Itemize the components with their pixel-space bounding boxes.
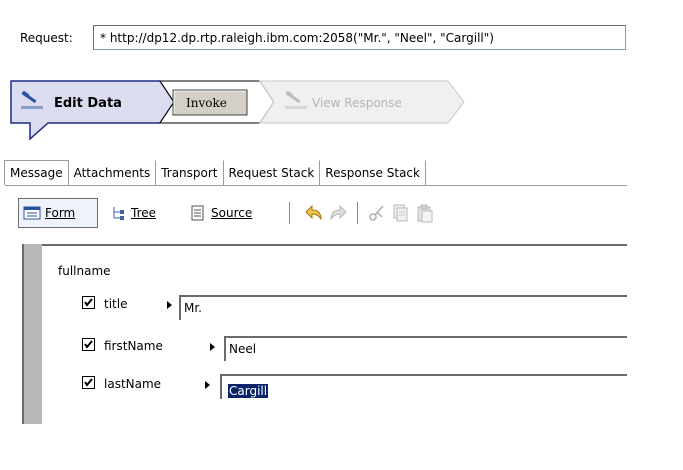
title-checkbox[interactable] bbox=[82, 296, 95, 309]
title-value: Mr. bbox=[184, 301, 202, 315]
tab-bar: Message Attachments Transport Request St… bbox=[4, 160, 426, 186]
lastname-field[interactable]: Cargill bbox=[220, 374, 627, 399]
redo-icon bbox=[330, 204, 347, 221]
title-field[interactable]: Mr. bbox=[179, 295, 627, 320]
copy-button[interactable] bbox=[392, 198, 410, 228]
toolbar-separator bbox=[357, 202, 358, 224]
toolbar-separator bbox=[289, 202, 290, 224]
tree-label: Tree bbox=[131, 206, 157, 220]
edit-data-label: Edit Data bbox=[54, 96, 122, 111]
title-expand-arrow-icon[interactable] bbox=[167, 301, 172, 309]
tab-transport[interactable]: Transport bbox=[156, 160, 224, 185]
request-url-field[interactable]: * http://dp12.dp.rtp.raleigh.ibm.com:205… bbox=[93, 25, 626, 50]
view-toolbar: Form Tree Source bbox=[18, 198, 488, 228]
view-response-label: View Response bbox=[312, 96, 402, 110]
undo-button[interactable] bbox=[302, 198, 324, 228]
firstname-label: firstName bbox=[104, 339, 163, 353]
title-label: title bbox=[104, 297, 128, 311]
invoke-label: Invoke bbox=[186, 96, 227, 110]
firstname-value: Neel bbox=[229, 342, 257, 356]
tab-message[interactable]: Message bbox=[4, 160, 69, 185]
form-panel-top-border bbox=[22, 244, 627, 246]
view-response-step[interactable]: View Response bbox=[259, 80, 465, 124]
lastname-checkbox[interactable] bbox=[82, 376, 95, 389]
firstname-checkbox[interactable] bbox=[82, 338, 95, 351]
request-label: Request: bbox=[20, 31, 73, 45]
firstname-expand-arrow-icon[interactable] bbox=[210, 343, 215, 351]
form-icon bbox=[23, 206, 41, 220]
redo-button[interactable] bbox=[328, 198, 350, 228]
copy-icon bbox=[393, 204, 408, 222]
tree-icon bbox=[113, 207, 124, 220]
lastname-expand-arrow-icon[interactable] bbox=[205, 381, 210, 389]
lastname-label: lastName bbox=[104, 377, 162, 391]
check-icon bbox=[84, 298, 93, 307]
tab-attachments[interactable]: Attachments bbox=[68, 160, 157, 185]
cut-icon bbox=[369, 205, 384, 221]
tab-response-stack[interactable]: Response Stack bbox=[320, 160, 426, 185]
paste-icon bbox=[417, 204, 433, 223]
tab-divider bbox=[5, 185, 627, 186]
group-label-fullname: fullname bbox=[58, 264, 111, 278]
form-label: Form bbox=[45, 206, 76, 220]
source-label: Source bbox=[211, 206, 253, 220]
source-icon bbox=[191, 205, 204, 221]
undo-icon bbox=[305, 204, 322, 221]
request-url-text: * http://dp12.dp.rtp.raleigh.ibm.com:205… bbox=[100, 31, 494, 45]
workflow-steps: Edit Data Invoke View Response bbox=[10, 80, 465, 141]
check-icon bbox=[84, 378, 93, 387]
form-panel-gutter bbox=[22, 244, 42, 424]
invoke-step[interactable]: Invoke bbox=[159, 80, 275, 124]
lastname-value: Cargill bbox=[228, 384, 269, 398]
tab-request-stack[interactable]: Request Stack bbox=[223, 160, 321, 185]
tree-view-button[interactable]: Tree bbox=[111, 198, 156, 228]
paste-button[interactable] bbox=[416, 198, 434, 228]
check-icon bbox=[84, 340, 93, 349]
firstname-field[interactable]: Neel bbox=[224, 336, 627, 361]
edit-data-step[interactable]: Edit Data bbox=[10, 80, 175, 141]
source-view-button[interactable]: Source bbox=[191, 198, 252, 228]
cut-button[interactable] bbox=[368, 198, 386, 228]
form-view-button[interactable]: Form bbox=[18, 198, 98, 228]
